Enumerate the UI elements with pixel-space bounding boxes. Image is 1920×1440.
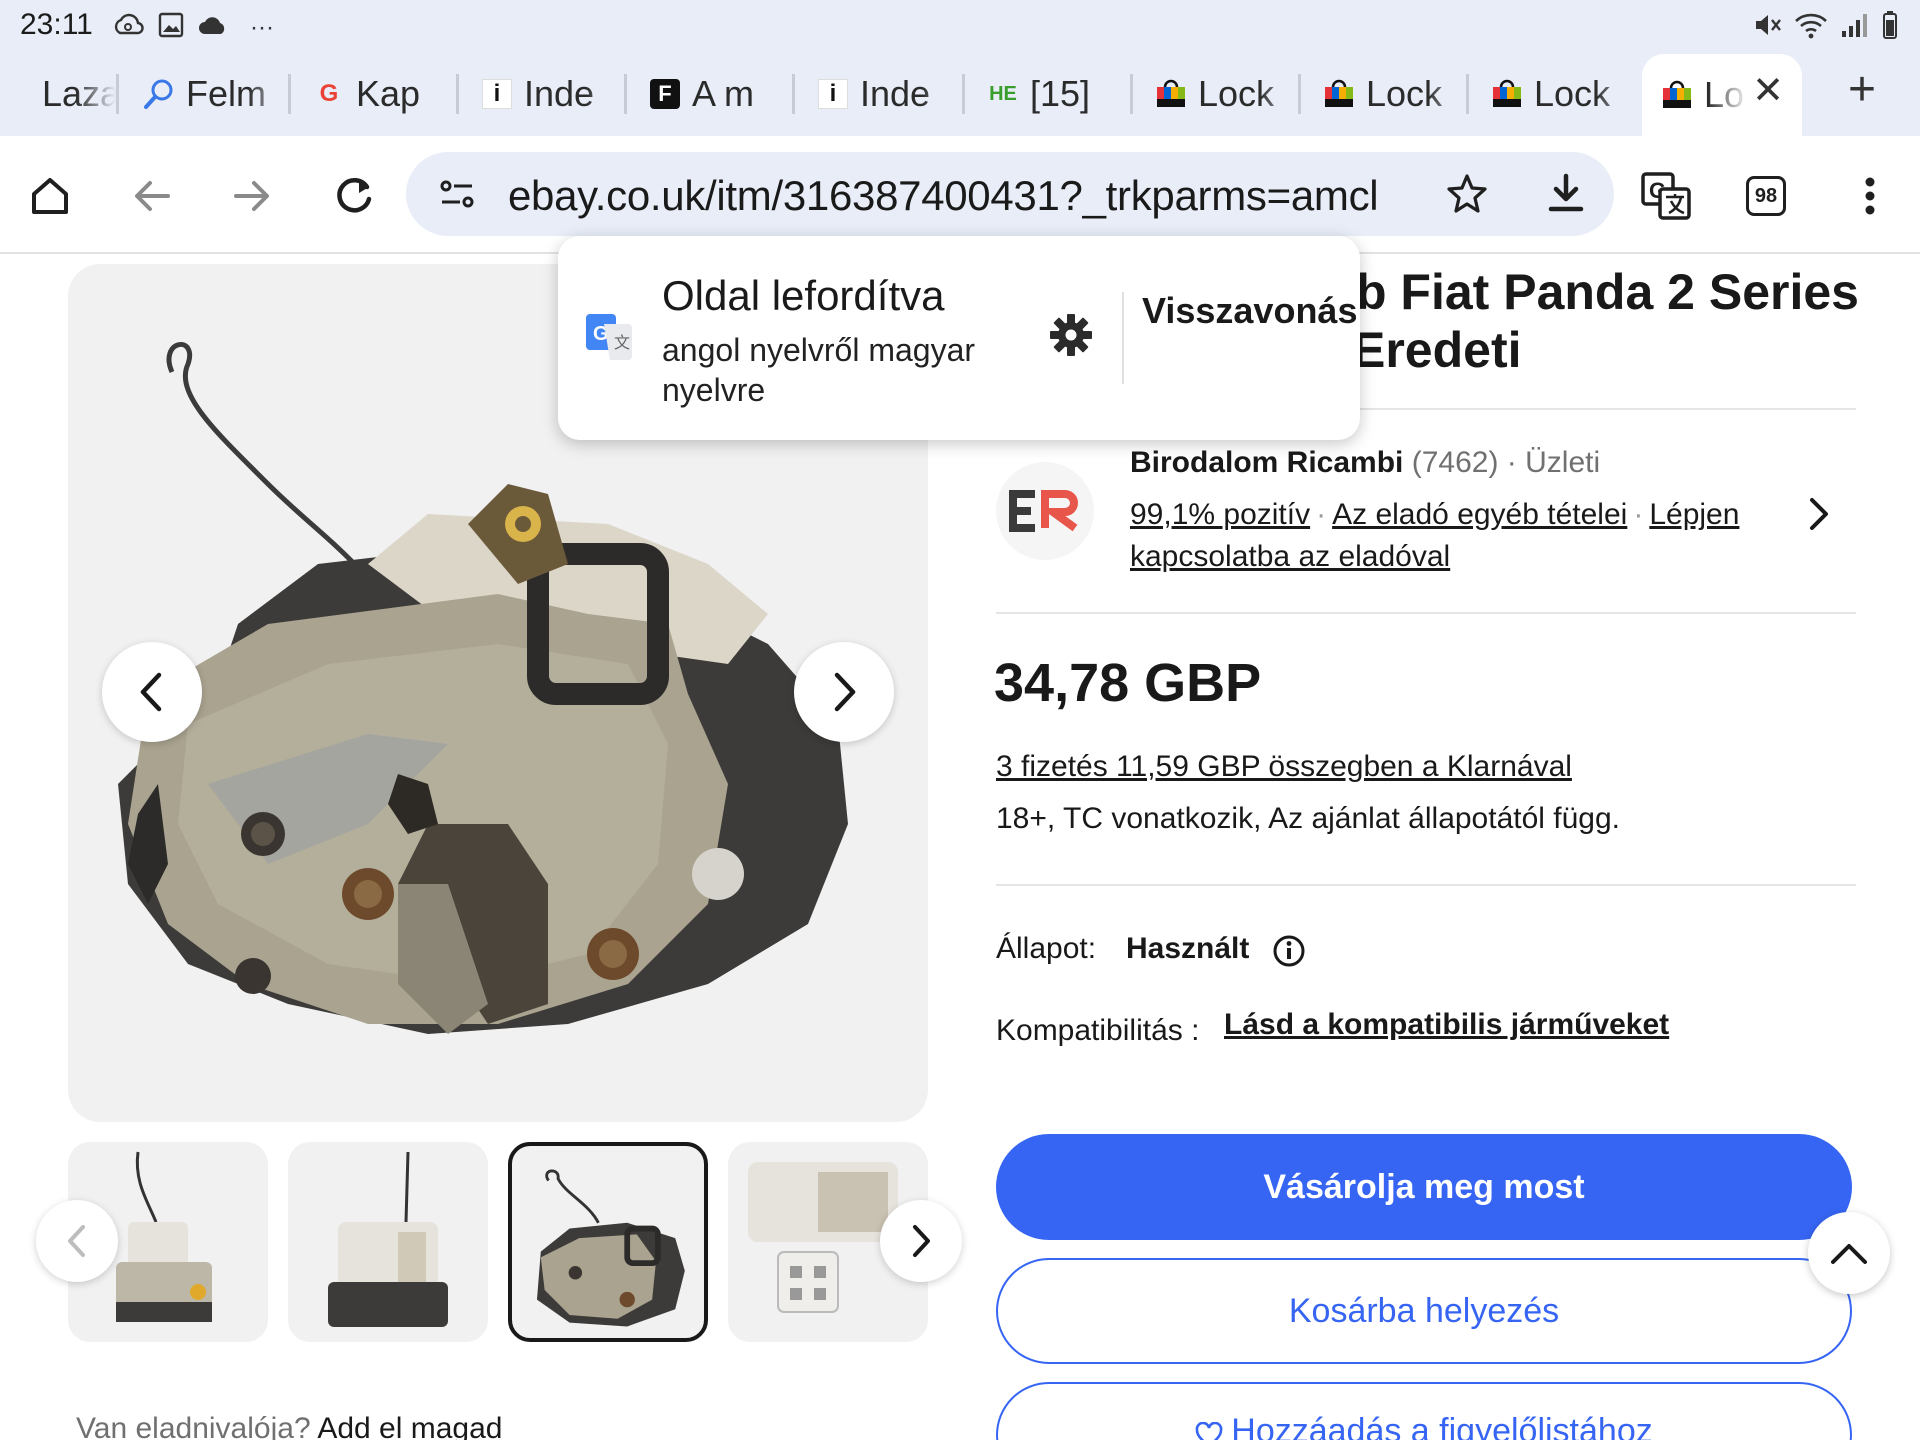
sell-link[interactable]: Add el magad	[317, 1412, 502, 1440]
thumbnail-2[interactable]	[288, 1142, 488, 1342]
tab-5[interactable]: i Inde	[802, 62, 962, 126]
tab-strip: Laza Felm G Kap i Inde F A m i Inde HE […	[0, 52, 1920, 136]
tab-label: A m	[692, 73, 755, 114]
seller-positive-link[interactable]: 99,1% pozitív	[1130, 498, 1310, 531]
ebay-bag-icon	[1154, 77, 1188, 111]
ebay-bag-icon	[1322, 77, 1356, 111]
seller-feedback-count: (7462)	[1411, 446, 1499, 479]
tab-label: Kap	[356, 73, 421, 114]
cloud-icon	[198, 14, 228, 41]
signal-icon	[1840, 11, 1870, 44]
tab-count: 98	[1746, 176, 1786, 216]
more-notifications-icon: ···	[250, 13, 274, 41]
scroll-to-top-button[interactable]	[1808, 1212, 1890, 1294]
tab-0[interactable]: Laza	[0, 62, 116, 126]
seller-links: 99,1% pozitív · Az eladó egyéb tételei · Lép…	[1130, 498, 1740, 573]
tab-6[interactable]: HE [15]	[972, 62, 1132, 126]
translate-popup: G文 Oldal lefordítva angol nyelvről magya…	[558, 236, 1360, 440]
undo-translate-button[interactable]: Visszavonás	[1142, 286, 1357, 336]
site-settings-icon[interactable]	[440, 178, 474, 215]
info-icon: i	[818, 79, 848, 109]
status-time: 23:11	[20, 8, 93, 41]
tab-label: Inde	[524, 73, 595, 114]
terms-text: 18+, TC vonatkozik, Az ajánlat állapotát…	[996, 802, 1621, 835]
seller-type: Üzleti	[1525, 446, 1601, 479]
seller-name[interactable]: Birodalom Ricambi	[1130, 446, 1403, 479]
ebay-bag-icon	[1490, 77, 1524, 111]
google-translate-icon: G文	[584, 312, 634, 367]
chevron-right-icon[interactable]	[1806, 494, 1832, 539]
heart-icon	[1195, 1418, 1223, 1440]
gallery-icon	[158, 12, 184, 43]
forward-icon[interactable]	[222, 166, 282, 226]
info-icon: i	[482, 79, 512, 109]
translate-title: Oldal lefordítva	[662, 272, 945, 319]
buy-now-button[interactable]: Vásárolja meg most	[996, 1134, 1852, 1240]
gear-icon[interactable]	[1048, 312, 1094, 363]
sell-prompt: Van eladnivalója? Add el magad	[76, 1412, 502, 1440]
klarna-link[interactable]: 3 fizetés 11,59 GBP összegben a Klarnáva…	[996, 750, 1572, 784]
search-icon	[142, 77, 176, 111]
info-icon[interactable]	[1272, 934, 1306, 973]
tab-7[interactable]: Lock	[1140, 62, 1300, 126]
next-thumbnail-button[interactable]	[880, 1200, 962, 1282]
compatibility-link[interactable]: Lásd a kompatibilis járműveket	[1224, 1008, 1669, 1042]
tab-3[interactable]: i Inde	[466, 62, 626, 126]
seller-other-items-link[interactable]: Az eladó egyéb tételei	[1332, 498, 1627, 531]
tab-label: [15]	[1030, 73, 1091, 114]
menu-kebab-icon[interactable]	[1840, 166, 1900, 226]
close-tab-icon[interactable]: ✕	[1752, 68, 1784, 113]
f-icon: F	[650, 79, 680, 109]
seller-logo[interactable]	[996, 462, 1094, 560]
add-to-cart-button[interactable]: Kosárba helyezés	[996, 1258, 1852, 1364]
tab-10-active[interactable]: Lo ✕	[1642, 54, 1802, 136]
condition-value: Használt	[1126, 932, 1250, 965]
tab-switcher-button[interactable]: 98	[1736, 166, 1796, 226]
svg-text:文: 文	[614, 334, 630, 352]
condition-label: Állapot:	[996, 932, 1097, 965]
compatibility-label: Kompatibilitás :	[996, 1014, 1200, 1047]
seller-info: Birodalom Ricambi (7462) · Üzleti	[1130, 446, 1601, 479]
price: 34,78 GBP	[994, 653, 1262, 713]
reload-icon[interactable]	[324, 166, 384, 226]
listing-title-line1: b Fiat Panda 2 Series	[1356, 264, 1859, 320]
google-icon: G	[319, 80, 339, 107]
thumbnail-3-selected[interactable]	[508, 1142, 708, 1342]
translate-subtitle: angol nyelvről magyar nyelvre	[662, 332, 976, 408]
status-bar: 23:11 ···	[0, 0, 1920, 52]
tab-9[interactable]: Lock	[1476, 62, 1636, 126]
address-bar[interactable]: ebay.co.uk/itm/316387400431?_trkparms=am…	[406, 152, 1614, 236]
battery-icon	[1882, 10, 1898, 45]
tab-2[interactable]: G Kap	[298, 62, 458, 126]
add-to-watchlist-button[interactable]: Hozzáadás a figyelőlistához	[996, 1382, 1852, 1440]
wifi-icon	[1794, 11, 1828, 44]
listing-title-line2: Eredeti	[1352, 322, 1522, 378]
home-icon[interactable]	[20, 166, 80, 226]
prev-image-button[interactable]	[102, 642, 202, 742]
tab-label: Inde	[860, 73, 931, 114]
prev-thumbnail-button[interactable]	[36, 1200, 118, 1282]
download-icon[interactable]	[1546, 172, 1586, 219]
watchlist-label: Hozzáadás a figyelőlistához	[1231, 1412, 1653, 1440]
ebay-bag-icon	[1660, 78, 1694, 112]
url-text: ebay.co.uk/itm/316387400431?_trkparms=am…	[508, 172, 1379, 219]
back-icon[interactable]	[122, 166, 182, 226]
next-image-button[interactable]	[794, 642, 894, 742]
mute-icon	[1752, 10, 1782, 45]
bookmark-star-icon[interactable]	[1446, 172, 1488, 219]
new-tab-icon[interactable]: +	[1848, 62, 1876, 117]
he-icon: HE	[989, 82, 1017, 105]
tab-4[interactable]: F A m	[634, 62, 794, 126]
tab-8[interactable]: Lock	[1308, 62, 1468, 126]
tab-1[interactable]: Felm	[128, 62, 288, 126]
sell-question: Van eladnivalója?	[76, 1412, 311, 1440]
translate-icon[interactable]: G	[1636, 166, 1696, 226]
cloud-sync-icon	[112, 13, 144, 42]
